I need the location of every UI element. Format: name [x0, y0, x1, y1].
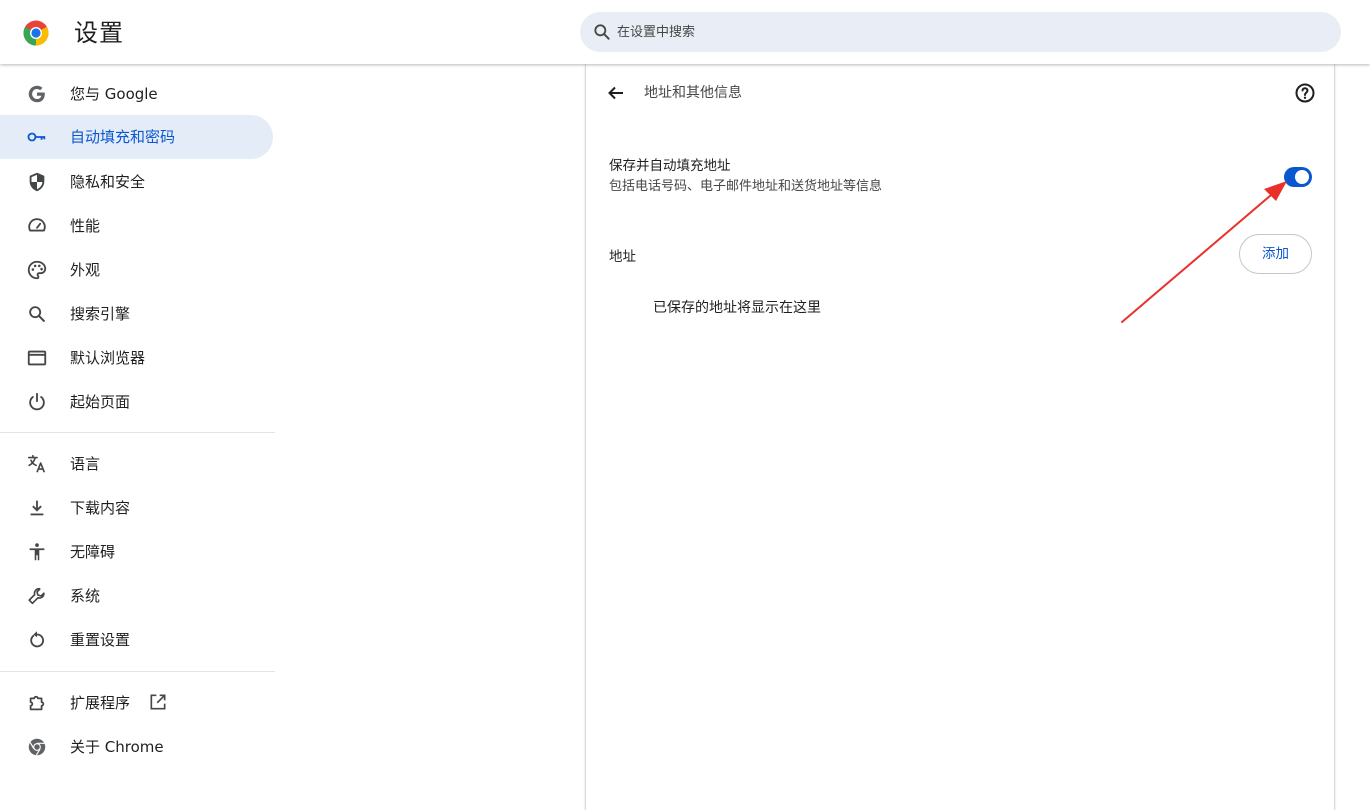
sidebar-item-label: 外观	[70, 261, 101, 279]
sidebar-item-label: 下载内容	[70, 499, 131, 517]
speedometer-icon	[28, 218, 46, 232]
chrome-logo-icon	[23, 20, 49, 46]
translate-icon	[27, 454, 46, 473]
wrench-icon	[28, 587, 45, 605]
sidebar-item-performance[interactable]: 性能	[0, 204, 273, 248]
browser-window-icon	[27, 350, 47, 366]
sidebar: 您与 Google 自动填充和密码 隐私和安全 性能 外观 搜索引擎 默认浏览器…	[0, 64, 280, 810]
sidebar-item-reset[interactable]: 重置设置	[0, 618, 273, 662]
save-addresses-description: 包括电话号码、电子邮件地址和送货地址等信息	[609, 179, 883, 194]
chrome-icon	[28, 738, 46, 756]
key-icon	[27, 132, 46, 142]
sidebar-item-label: 您与 Google	[70, 85, 158, 103]
shield-icon	[29, 172, 45, 192]
sidebar-item-default-browser[interactable]: 默认浏览器	[0, 336, 273, 380]
sidebar-item-label: 扩展程序	[70, 681, 168, 725]
addresses-section-label: 地址	[609, 249, 636, 265]
palette-icon	[27, 260, 47, 280]
open-in-new-icon	[150, 694, 166, 709]
sidebar-item-downloads[interactable]: 下载内容	[0, 486, 273, 530]
sidebar-item-search-engine[interactable]: 搜索引擎	[0, 292, 273, 336]
power-icon	[29, 392, 45, 411]
search-box[interactable]	[580, 12, 1341, 52]
sidebar-item-appearance[interactable]: 外观	[0, 248, 273, 292]
save-addresses-toggle[interactable]	[1284, 167, 1312, 187]
sidebar-item-about-chrome[interactable]: 关于 Chrome	[0, 725, 273, 769]
reset-icon	[30, 631, 45, 648]
sidebar-item-startup[interactable]: 起始页面	[0, 380, 273, 424]
subpage-title: 地址和其他信息	[644, 85, 742, 101]
sidebar-item-you-and-google[interactable]: 您与 Google	[0, 72, 273, 116]
sidebar-item-label: 默认浏览器	[70, 349, 146, 367]
top-bar: 设置	[0, 0, 1370, 64]
sidebar-item-autofill[interactable]: 自动填充和密码	[0, 115, 273, 159]
sidebar-item-label: 无障碍	[70, 543, 116, 561]
sidebar-item-extensions[interactable]: 扩展程序	[0, 681, 273, 725]
settings-card: 地址和其他信息 保存并自动填充地址 包括电话号码、电子邮件地址和送货地址等信息 …	[585, 64, 1335, 810]
sidebar-item-label: 自动填充和密码	[70, 128, 176, 146]
search-icon	[594, 24, 610, 40]
save-addresses-title: 保存并自动填充地址	[609, 158, 731, 174]
page-title: 设置	[74, 19, 124, 47]
sidebar-item-label: 系统	[70, 587, 101, 605]
sidebar-divider	[0, 671, 275, 672]
sidebar-item-languages[interactable]: 语言	[0, 442, 273, 486]
sidebar-item-label: 重置设置	[70, 631, 131, 649]
sidebar-item-accessibility[interactable]: 无障碍	[0, 530, 273, 574]
sidebar-divider	[0, 432, 275, 433]
sidebar-item-label: 关于 Chrome	[70, 738, 164, 756]
back-arrow-icon[interactable]	[604, 81, 628, 105]
help-icon[interactable]	[1293, 81, 1317, 105]
sidebar-item-privacy[interactable]: 隐私和安全	[0, 160, 273, 204]
search-icon	[29, 306, 45, 322]
extensions-label: 扩展程序	[70, 694, 131, 712]
puzzle-icon	[29, 695, 45, 711]
sidebar-item-label: 起始页面	[70, 393, 131, 411]
settings-window: 设置 您与 Google 自动填充和密码	[0, 0, 1370, 810]
download-icon	[30, 500, 44, 516]
search-input[interactable]	[617, 12, 1317, 52]
accessibility-icon	[29, 543, 45, 561]
sidebar-item-label: 隐私和安全	[70, 173, 146, 191]
toggle-knob	[1295, 170, 1309, 184]
google-icon	[28, 85, 45, 103]
sidebar-item-label: 语言	[70, 455, 101, 473]
sidebar-item-label: 搜索引擎	[70, 305, 131, 323]
sidebar-item-label: 性能	[70, 217, 101, 235]
add-address-button[interactable]: 添加	[1239, 234, 1312, 274]
empty-addresses-message: 已保存的地址将显示在这里	[653, 300, 821, 316]
sidebar-item-system[interactable]: 系统	[0, 574, 273, 618]
